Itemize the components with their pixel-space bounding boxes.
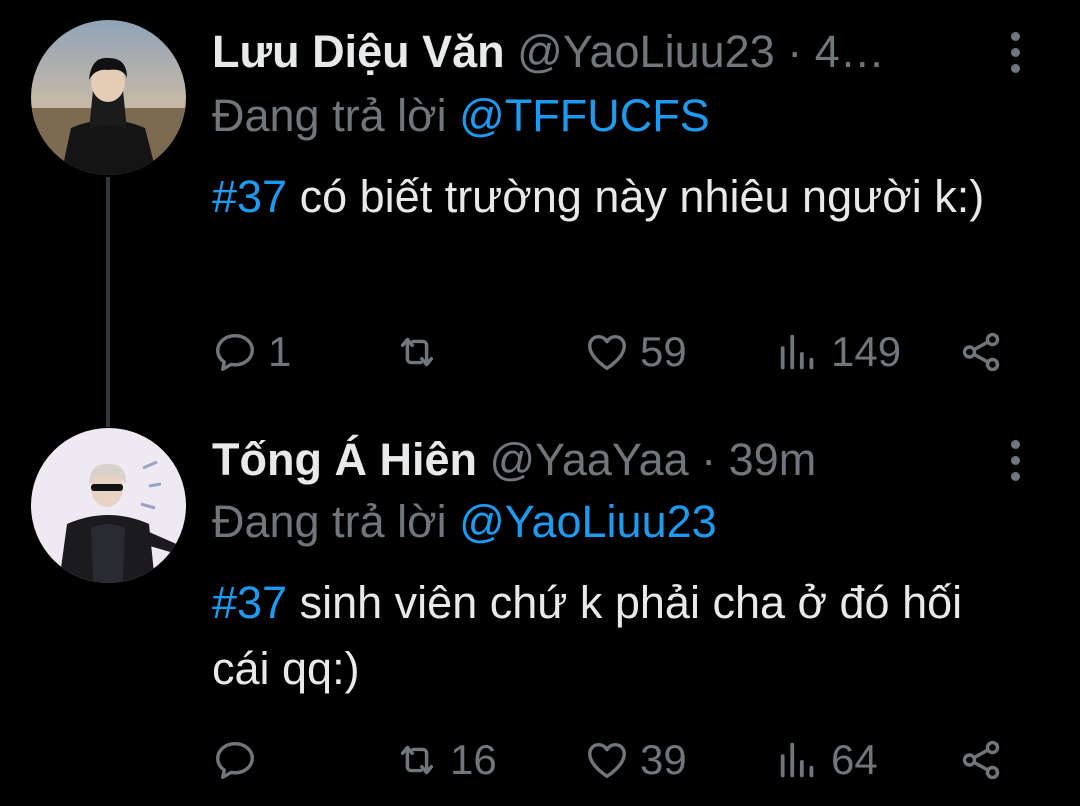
- replying-to-mention[interactable]: @YaoLiuu23: [459, 496, 717, 547]
- like-button[interactable]: 39: [584, 730, 687, 790]
- views-count: 149: [831, 328, 902, 375]
- reply-button[interactable]: 1: [212, 322, 291, 382]
- share-button[interactable]: [958, 730, 1004, 790]
- tweet-actions: 1 59 149: [212, 322, 1022, 382]
- author-handle[interactable]: @YaaYaa: [489, 434, 688, 485]
- views-count: 64: [831, 736, 878, 783]
- replying-label: Đang trả lời: [212, 90, 447, 141]
- tweet-body: có biết trường này nhiêu người k:): [299, 171, 985, 222]
- like-count: 59: [640, 328, 687, 375]
- author-handle[interactable]: @YaoLiuu23: [517, 26, 775, 77]
- tweet-body: sinh viên chứ k phải cha ở đó hối cái qq…: [212, 577, 963, 694]
- replying-label: Đang trả lời: [212, 496, 447, 547]
- author-name[interactable]: Tống Á Hiên: [212, 434, 477, 485]
- hashtag-link[interactable]: #37: [212, 577, 287, 628]
- avatar[interactable]: [31, 428, 186, 583]
- retweet-icon: [400, 745, 434, 775]
- reply-count: 1: [268, 328, 292, 375]
- replying-to-line: Đang trả lời @YaoLiuu23: [212, 494, 717, 550]
- retweet-count: 16: [450, 736, 497, 783]
- views-icon: [780, 334, 814, 370]
- more-vertical-icon[interactable]: [1000, 22, 1030, 82]
- separator: ·: [701, 434, 717, 485]
- avatar[interactable]: [31, 20, 186, 175]
- more-vertical-icon[interactable]: [1000, 430, 1030, 490]
- tweet-text: #37 có biết trường này nhiêu người k:): [212, 164, 1032, 230]
- heart-icon: [588, 742, 626, 779]
- like-button[interactable]: 59: [584, 322, 687, 382]
- retweet-icon: [400, 337, 434, 367]
- heart-icon: [588, 334, 626, 371]
- avatar-image: [31, 20, 186, 175]
- reply-icon: [216, 333, 254, 371]
- tweet[interactable]: Lưu Diệu Văn @YaoLiuu23 · 4… Đang trả lờ…: [0, 0, 1080, 427]
- avatar-image: [31, 428, 186, 583]
- share-button[interactable]: [958, 322, 1004, 382]
- tweet[interactable]: Tống Á Hiên @YaaYaa · 39m Đang trả lời @…: [0, 420, 1080, 806]
- views-icon: [780, 742, 814, 778]
- tweet-actions: 16 39 64: [212, 730, 1022, 790]
- reply-button[interactable]: [212, 730, 268, 790]
- like-count: 39: [640, 736, 687, 783]
- retweet-button[interactable]: [394, 322, 450, 382]
- thread-connector-line: [106, 177, 110, 427]
- separator: ·: [787, 26, 803, 77]
- replying-to-line: Đang trả lời @TFFUCFS: [212, 88, 710, 144]
- replying-to-mention[interactable]: @TFFUCFS: [459, 90, 710, 141]
- views-button[interactable]: 64: [775, 730, 878, 790]
- views-button[interactable]: 149: [775, 322, 901, 382]
- tweet-header: Lưu Diệu Văn @YaoLiuu23 · 4…: [212, 24, 960, 80]
- retweet-button[interactable]: 16: [394, 730, 497, 790]
- share-icon: [962, 740, 1000, 780]
- tweet-header: Tống Á Hiên @YaaYaa · 39m: [212, 432, 960, 488]
- timestamp[interactable]: 39m: [729, 434, 817, 485]
- author-name[interactable]: Lưu Diệu Văn: [212, 26, 505, 77]
- hashtag-link[interactable]: #37: [212, 171, 287, 222]
- reply-icon: [216, 741, 254, 779]
- timestamp[interactable]: 4…: [815, 26, 885, 77]
- tweet-text: #37 sinh viên chứ k phải cha ở đó hối cá…: [212, 570, 1032, 702]
- share-icon: [962, 332, 1000, 372]
